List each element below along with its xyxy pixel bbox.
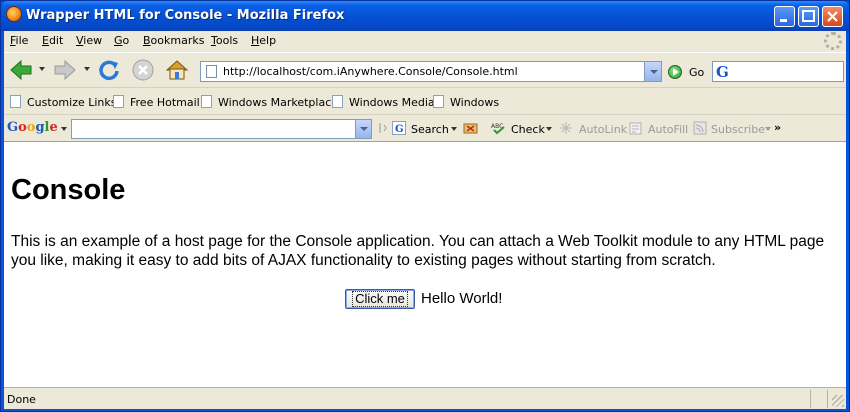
status-divider [827, 390, 828, 408]
throbber-icon [824, 32, 842, 50]
menu-bar: File Edit View Go Bookmarks Tools Help [4, 31, 846, 52]
autolink-icon[interactable] [559, 121, 573, 135]
autolink-button[interactable]: AutoLink [579, 123, 627, 136]
google-search-history-dropdown[interactable] [355, 120, 371, 138]
resize-grip-icon[interactable] [832, 395, 844, 407]
subscribe-options-dropdown[interactable] [765, 127, 771, 131]
title-bar[interactable]: Wrapper HTML for Console - Mozilla Firef… [1, 1, 849, 31]
menu-tools[interactable]: Tools [211, 34, 238, 47]
bookmark-page-icon [10, 95, 21, 108]
bookmark-label: Windows [450, 96, 500, 109]
subscribe-button[interactable]: Subscribe [711, 123, 765, 136]
click-me-label: Click me [352, 291, 408, 307]
bookmark-item[interactable]: Customize Links [10, 95, 117, 109]
popup-blocker-icon[interactable] [463, 121, 478, 135]
minimize-icon [780, 19, 787, 22]
autofill-icon[interactable] [629, 121, 643, 135]
toolbar-separator-icon [377, 121, 391, 135]
bookmark-page-icon [113, 95, 124, 108]
google-search-icon[interactable]: G [392, 121, 406, 135]
svg-text:G: G [395, 124, 404, 135]
menu-help[interactable]: Help [251, 34, 276, 47]
bookmark-item[interactable]: Free Hotmail [113, 95, 200, 109]
autofill-button[interactable]: AutoFill [648, 123, 688, 136]
stop-icon [132, 59, 154, 81]
bookmark-label: Windows Marketplace [218, 96, 339, 109]
forward-history-dropdown[interactable] [84, 67, 90, 71]
page-icon [206, 65, 217, 78]
page-heading: Console [11, 174, 126, 206]
google-logo[interactable]: Google [7, 120, 58, 135]
reload-button[interactable] [96, 57, 122, 83]
click-me-button[interactable]: Click me [345, 289, 415, 309]
bookmark-item[interactable]: Windows [433, 95, 500, 109]
page-description: This is an example of a host page for th… [11, 233, 825, 269]
browser-client: File Edit View Go Bookmarks Tools Help h… [4, 31, 846, 409]
navigation-toolbar: http://localhost/com.iAnywhere.Console/C… [4, 52, 846, 87]
menu-file[interactable]: File [10, 34, 28, 47]
stop-button[interactable] [130, 57, 156, 83]
window-title: Wrapper HTML for Console - Mozilla Firef… [26, 8, 345, 23]
bookmark-label: Free Hotmail [130, 96, 200, 109]
status-text: Done [7, 393, 36, 406]
google-menu-dropdown[interactable] [61, 127, 67, 131]
bookmarks-toolbar: Customize Links Free Hotmail Windows Mar… [4, 87, 846, 114]
status-divider [810, 390, 811, 408]
minimize-button[interactable] [774, 6, 795, 27]
url-history-dropdown[interactable] [644, 62, 661, 81]
url-bar[interactable]: http://localhost/com.iAnywhere.Console/C… [200, 61, 662, 82]
maximize-button[interactable] [798, 6, 819, 27]
status-bar: Done [4, 387, 846, 409]
search-engine-box[interactable]: G [712, 61, 844, 82]
google-g-icon[interactable]: G [716, 63, 729, 81]
close-button[interactable] [822, 6, 843, 27]
reload-icon [99, 60, 119, 81]
page-content: Console This is an example of a host pag… [4, 141, 846, 387]
back-arrow-icon [10, 59, 32, 81]
spell-check-button[interactable]: Check [511, 123, 545, 136]
menu-bookmarks[interactable]: Bookmarks [143, 34, 204, 47]
back-button[interactable] [8, 57, 34, 83]
google-toolbar: Google G Search ABC Check AutoLink AutoF… [4, 114, 846, 141]
bookmark-page-icon [201, 95, 212, 108]
home-button[interactable] [164, 57, 190, 83]
menu-view[interactable]: View [76, 34, 102, 47]
google-search-button[interactable]: Search [411, 123, 449, 136]
bookmark-item[interactable]: Windows Marketplace [201, 95, 339, 109]
url-text[interactable]: http://localhost/com.iAnywhere.Console/C… [223, 65, 518, 78]
back-history-dropdown[interactable] [39, 67, 45, 71]
go-button-label[interactable]: Go [689, 66, 704, 79]
firefox-logo-icon [6, 6, 22, 22]
browser-window: Wrapper HTML for Console - Mozilla Firef… [0, 0, 850, 412]
toolbar-overflow-chevron[interactable]: » [774, 121, 781, 134]
close-icon [827, 11, 838, 22]
hello-world-label: Hello World! [421, 290, 503, 307]
bookmark-page-icon [332, 95, 343, 108]
bookmark-label: Customize Links [27, 96, 117, 109]
forward-arrow-icon [54, 59, 76, 81]
bookmark-label: Windows Media [349, 96, 435, 109]
home-icon [165, 60, 189, 80]
menu-edit[interactable]: Edit [42, 34, 63, 47]
bookmark-page-icon [433, 95, 444, 108]
go-icon[interactable] [668, 65, 682, 79]
subscribe-icon[interactable] [693, 121, 707, 135]
forward-button[interactable] [52, 57, 78, 83]
check-options-dropdown[interactable] [546, 127, 552, 131]
menu-go[interactable]: Go [114, 34, 129, 47]
google-search-input[interactable] [71, 119, 372, 139]
search-options-dropdown[interactable] [451, 127, 457, 131]
maximize-icon [802, 10, 815, 22]
bookmark-item[interactable]: Windows Media [332, 95, 435, 109]
spell-check-icon[interactable]: ABC [491, 121, 505, 135]
